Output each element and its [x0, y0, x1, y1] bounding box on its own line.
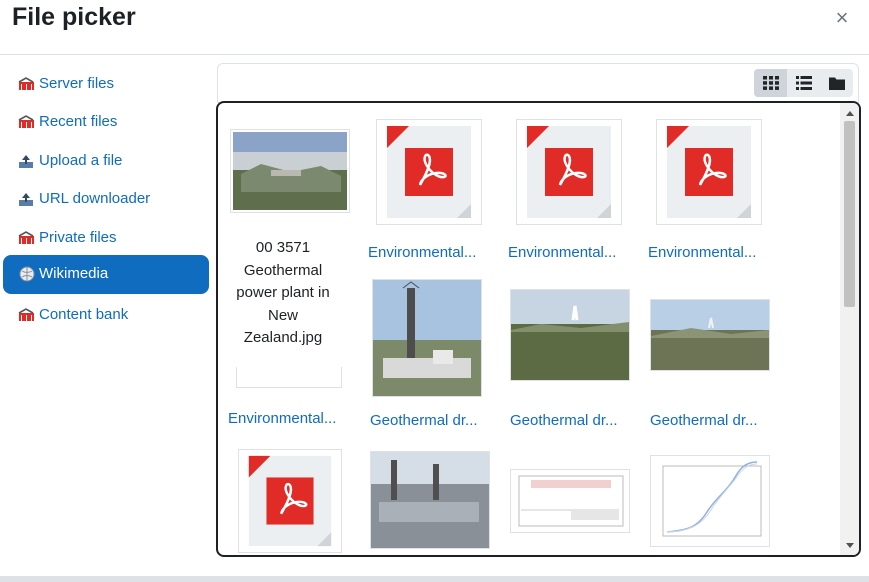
sidebar-item-label: Upload a file [39, 152, 123, 169]
chart-thumbnail [651, 456, 769, 546]
sidebar-item-label: Content bank [39, 306, 129, 323]
moodle-icon [18, 77, 34, 90]
moodle-icon [18, 308, 34, 321]
sidebar-item-label: Wikimedia [39, 265, 109, 282]
sidebar-item-url-downloader[interactable]: URL downloader [3, 180, 209, 218]
scroll-down-icon[interactable] [846, 543, 854, 548]
file-thumbnail [650, 299, 770, 371]
dialog-title: File picker [12, 3, 136, 31]
pdf-icon [667, 126, 751, 218]
file-name: Geothermal dr... [370, 412, 478, 429]
file-item[interactable] [370, 451, 490, 551]
file-name: Geothermal dr... [510, 412, 618, 429]
sidebar-item-wikimedia[interactable]: Wikimedia [3, 255, 209, 294]
upload-icon [19, 155, 33, 168]
file-item[interactable]: Environmental... [648, 119, 786, 263]
photo-thumbnail [511, 290, 629, 380]
dialog-header: File picker × [0, 0, 869, 55]
file-thumbnail [370, 451, 490, 549]
file-thumbnail [238, 449, 342, 553]
view-switcher [754, 69, 853, 97]
sidebar-item-upload-a-file[interactable]: Upload a file [3, 142, 209, 180]
pdf-icon [248, 455, 332, 547]
file-thumbnail [510, 469, 630, 533]
file-thumbnail [516, 119, 622, 225]
file-item[interactable]: 00 3571 Geothermal power plant in New Ze… [218, 103, 350, 427]
file-item[interactable]: Environmental... [508, 119, 646, 263]
sidebar-item-server-files[interactable]: Server files [3, 65, 209, 103]
photo-thumbnail [373, 280, 481, 396]
photo-thumbnail [233, 132, 347, 210]
pdf-icon [387, 126, 471, 218]
file-thumbnail [656, 119, 762, 225]
file-name: Geothermal dr... [650, 412, 758, 429]
url-downloader-icon [19, 193, 33, 206]
sidebar-item-recent-files[interactable]: Recent files [3, 103, 209, 141]
file-name: Environmental... [508, 244, 617, 261]
file-thumbnail [510, 289, 630, 381]
pdf-icon [527, 126, 611, 218]
file-picker-dialog: File picker × Server files Recent files … [0, 0, 869, 576]
photo-thumbnail [371, 452, 489, 548]
sidebar-item-content-bank[interactable]: Content bank [3, 296, 209, 334]
file-item[interactable] [510, 469, 630, 533]
tree-view-button[interactable] [820, 69, 853, 97]
file-thumbnail [372, 279, 482, 397]
sidebar-item-label: Recent files [39, 113, 118, 130]
file-name: Environmental... [228, 410, 337, 427]
file-picker-toolbar [217, 63, 859, 103]
moodle-icon [18, 115, 34, 128]
file-item[interactable]: Geothermal dr... [650, 299, 780, 429]
grid-icon [762, 76, 779, 90]
close-icon[interactable]: × [832, 7, 852, 29]
scroll-up-icon[interactable] [846, 111, 854, 116]
file-item[interactable]: Geothermal dr... [510, 289, 640, 429]
list-view-button[interactable] [787, 69, 820, 97]
list-icon [795, 76, 812, 90]
chart-thumbnail [511, 470, 629, 532]
file-item[interactable] [238, 449, 342, 553]
file-thumbnail [236, 367, 342, 388]
scrollbar-thumb[interactable] [844, 121, 855, 307]
file-thumbnail [376, 119, 482, 225]
file-item[interactable]: Geothermal dr... [370, 279, 500, 429]
file-thumbnail [230, 129, 350, 213]
sidebar-item-label: Private files [39, 229, 117, 246]
sidebar-item-private-files[interactable]: Private files [3, 219, 209, 257]
vertical-scrollbar[interactable] [840, 103, 859, 555]
file-item[interactable] [650, 455, 770, 547]
file-grid: 00 3571 Geothermal power plant in New Ze… [216, 101, 861, 557]
sidebar-item-label: URL downloader [39, 190, 151, 207]
file-name: Environmental... [648, 244, 757, 261]
photo-thumbnail [651, 300, 769, 370]
icons-view-button[interactable] [754, 69, 787, 97]
folder-icon [828, 77, 845, 90]
file-thumbnail [650, 455, 770, 547]
file-name: Environmental... [368, 244, 477, 261]
file-item[interactable]: Environmental... [368, 119, 506, 263]
sidebar-item-label: Server files [39, 75, 115, 92]
wikimedia-globe-icon [19, 266, 35, 282]
moodle-icon [18, 231, 34, 244]
